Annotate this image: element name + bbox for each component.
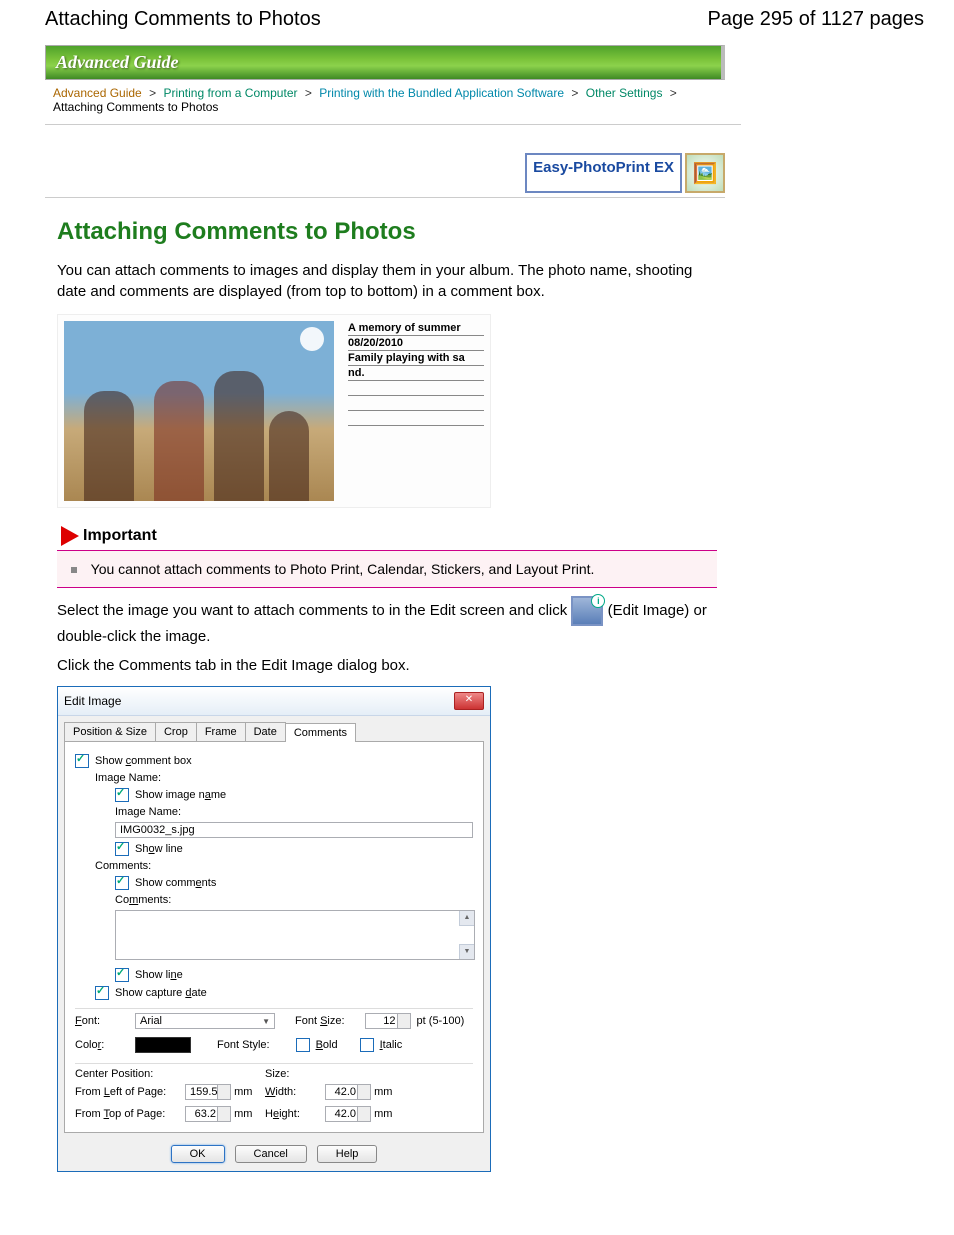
comments-label: Comments: <box>115 894 473 906</box>
image-name-heading: Image Name: <box>95 772 473 784</box>
italic-label: Italic <box>380 1039 403 1051</box>
from-top-field[interactable]: 63.2 <box>185 1106 231 1122</box>
show-line-2-label: Show line <box>135 969 183 981</box>
show-line-1-label: Show line <box>135 843 183 855</box>
height-label: Height: <box>265 1108 325 1120</box>
image-name-field[interactable]: IMG0032_s.jpg <box>115 822 473 838</box>
edit-image-dialog: Edit Image ✕ Position & Size Crop Frame … <box>57 686 491 1172</box>
sample-comment-box: A memory of summer 08/20/2010 Family pla… <box>348 321 484 501</box>
instruction-2: Click the Comments tab in the Edit Image… <box>57 655 717 676</box>
show-comment-box-label: Show comment box <box>95 755 192 767</box>
breadcrumb-other-settings[interactable]: Other Settings <box>586 86 663 100</box>
center-position-label: Center Position: <box>75 1068 265 1080</box>
tab-position-size[interactable]: Position & Size <box>64 722 156 741</box>
tab-crop[interactable]: Crop <box>155 722 197 741</box>
breadcrumb: Advanced Guide > Printing from a Compute… <box>45 80 741 125</box>
show-line-1-checkbox[interactable] <box>115 842 129 856</box>
comments-heading: Comments: <box>95 860 473 872</box>
dialog-title: Edit Image <box>64 694 121 708</box>
sample-title: A memory of summer <box>348 321 484 336</box>
show-capture-date-label: Show capture date <box>115 987 207 999</box>
from-top-label: From Top of Page: <box>75 1108 185 1120</box>
show-image-name-label: Show image name <box>135 789 226 801</box>
from-left-label: From Left of Page: <box>75 1086 185 1098</box>
height-field[interactable]: 42.0 <box>325 1106 371 1122</box>
font-size-field[interactable]: 12 <box>365 1013 411 1029</box>
bullet-icon <box>71 567 77 573</box>
font-label: Font: <box>75 1015 135 1027</box>
breadcrumb-bundled-software[interactable]: Printing with the Bundled Application So… <box>319 86 564 100</box>
help-button[interactable]: Help <box>317 1145 378 1163</box>
intro-paragraph: You can attach comments to images and di… <box>57 260 717 302</box>
show-comment-box-checkbox[interactable] <box>75 754 89 768</box>
breadcrumb-current: Attaching Comments to Photos <box>53 100 218 114</box>
important-flag-icon <box>61 526 79 546</box>
comments-field[interactable]: ▲ ▼ <box>115 910 475 960</box>
sample-comment-line2: nd. <box>348 366 484 381</box>
font-style-label: Font Style: <box>217 1039 270 1051</box>
app-logo-icon: 🖼️ <box>685 153 725 193</box>
important-label: Important <box>83 527 157 545</box>
cancel-button[interactable]: Cancel <box>235 1145 307 1163</box>
sample-date: 08/20/2010 <box>348 336 484 351</box>
bold-checkbox[interactable] <box>296 1038 310 1052</box>
color-label: Color: <box>75 1039 135 1051</box>
breadcrumb-advanced-guide[interactable]: Advanced Guide <box>53 86 142 100</box>
header-title: Attaching Comments to Photos <box>45 8 321 31</box>
header-page-info: Page 295 of 1127 pages <box>708 8 924 31</box>
width-label: Width: <box>265 1086 325 1098</box>
scroll-down-icon[interactable]: ▼ <box>459 944 474 959</box>
app-logo-label: Easy-PhotoPrint EX <box>525 153 682 193</box>
page-header: Attaching Comments to Photos Page 295 of… <box>45 0 924 45</box>
sample-photo <box>64 321 334 501</box>
important-text: You cannot attach comments to Photo Prin… <box>91 561 595 577</box>
guide-banner: Advanced Guide <box>45 45 725 80</box>
from-left-field[interactable]: 159.5 <box>185 1084 231 1100</box>
tab-comments[interactable]: Comments <box>285 723 356 742</box>
bold-label: Bold <box>316 1039 338 1051</box>
ok-button[interactable]: OK <box>171 1145 225 1163</box>
italic-checkbox[interactable] <box>360 1038 374 1052</box>
color-swatch[interactable] <box>135 1037 191 1053</box>
page-title: Attaching Comments to Photos <box>57 218 717 246</box>
show-line-2-checkbox[interactable] <box>115 968 129 982</box>
font-select[interactable]: Arial▼ <box>135 1013 275 1029</box>
width-field[interactable]: 42.0 <box>325 1084 371 1100</box>
tab-date[interactable]: Date <box>245 722 286 741</box>
show-comments-label: Show comments <box>135 877 216 889</box>
instruction-1: Select the image you want to attach comm… <box>57 596 717 647</box>
breadcrumb-printing-from-computer[interactable]: Printing from a Computer <box>163 86 297 100</box>
show-capture-date-checkbox[interactable] <box>95 986 109 1000</box>
show-image-name-checkbox[interactable] <box>115 788 129 802</box>
image-name-label: Image Name: <box>115 806 473 818</box>
tab-frame[interactable]: Frame <box>196 722 246 741</box>
important-box: You cannot attach comments to Photo Prin… <box>57 550 717 588</box>
sample-comment-line1: Family playing with sa <box>348 351 484 366</box>
edit-image-icon <box>571 596 603 626</box>
size-label: Size: <box>265 1068 289 1080</box>
scroll-up-icon[interactable]: ▲ <box>459 911 474 926</box>
close-button[interactable]: ✕ <box>454 692 484 710</box>
font-size-suffix: pt (5-100) <box>417 1015 465 1027</box>
font-size-label: Font Size: <box>295 1015 345 1027</box>
sample-preview: A memory of summer 08/20/2010 Family pla… <box>57 314 491 508</box>
show-comments-checkbox[interactable] <box>115 876 129 890</box>
